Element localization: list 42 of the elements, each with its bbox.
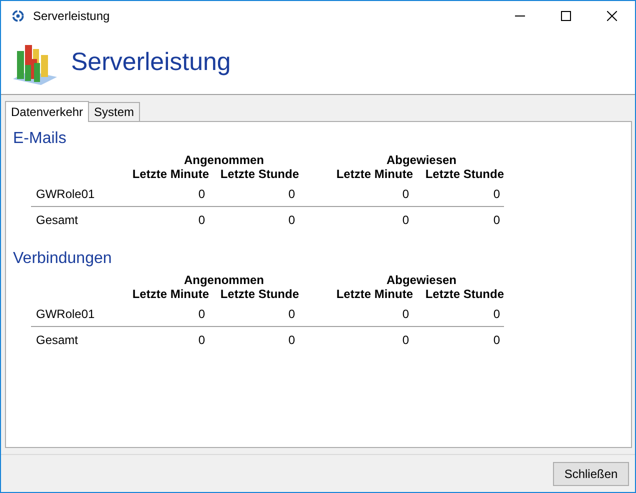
tab[interactable]: Datenverkehr [5, 101, 90, 122]
table-cell: 0 [209, 181, 299, 207]
column-header: Letzte Minute [131, 287, 209, 301]
table-cell-text: 0 [492, 332, 501, 349]
column-header: Letzte Minute [335, 287, 413, 301]
column-group-header: Abgewiesen [385, 273, 458, 287]
column-group-header: Abgewiesen [385, 153, 458, 167]
table-cell-text: 0 [287, 332, 296, 349]
table-cell: 0 [209, 301, 299, 327]
table-cell-text: 0 [287, 212, 296, 229]
close-icon [607, 11, 617, 21]
row-label: Gesamt [35, 332, 80, 349]
table-cell: 0 [119, 181, 209, 207]
section-title: Verbindungen [13, 250, 113, 268]
section-title: E-Mails [13, 130, 68, 148]
table-cell-text: 0 [401, 332, 410, 349]
column-group-header: Angenommen [182, 273, 265, 287]
table-cell-text: 0 [401, 212, 410, 229]
table-cell: 0 [299, 181, 413, 207]
close-dialog-button[interactable]: Schließen [553, 462, 629, 486]
table-cell-text: 0 [197, 212, 206, 229]
row-label: GWRole01 [31, 301, 119, 327]
table-cell: 0 [299, 301, 413, 327]
table-cell: 0 [119, 301, 209, 327]
table-cell: 0 [413, 301, 504, 327]
column-header: Letzte Stunde [219, 167, 299, 181]
table-cell: 0 [413, 181, 504, 207]
app-icon [11, 9, 25, 23]
tab[interactable]: System [88, 102, 140, 121]
window-title: Serverleistung [33, 9, 110, 23]
column-group-header: Angenommen [182, 153, 265, 167]
column-header: Letzte Stunde [219, 287, 299, 301]
column-header: Letzte Stunde [424, 167, 504, 181]
column-header: Letzte Minute [131, 167, 209, 181]
column-header: Letzte Minute [335, 167, 413, 181]
page-title: Serverleistung [71, 48, 231, 77]
maximize-icon [561, 11, 571, 21]
table-cell-text: 0 [197, 332, 206, 349]
column-header: Letzte Stunde [424, 287, 504, 301]
row-label: GWRole01 [31, 181, 119, 207]
table-cell-text: 0 [492, 212, 501, 229]
row-label: Gesamt [35, 212, 80, 229]
